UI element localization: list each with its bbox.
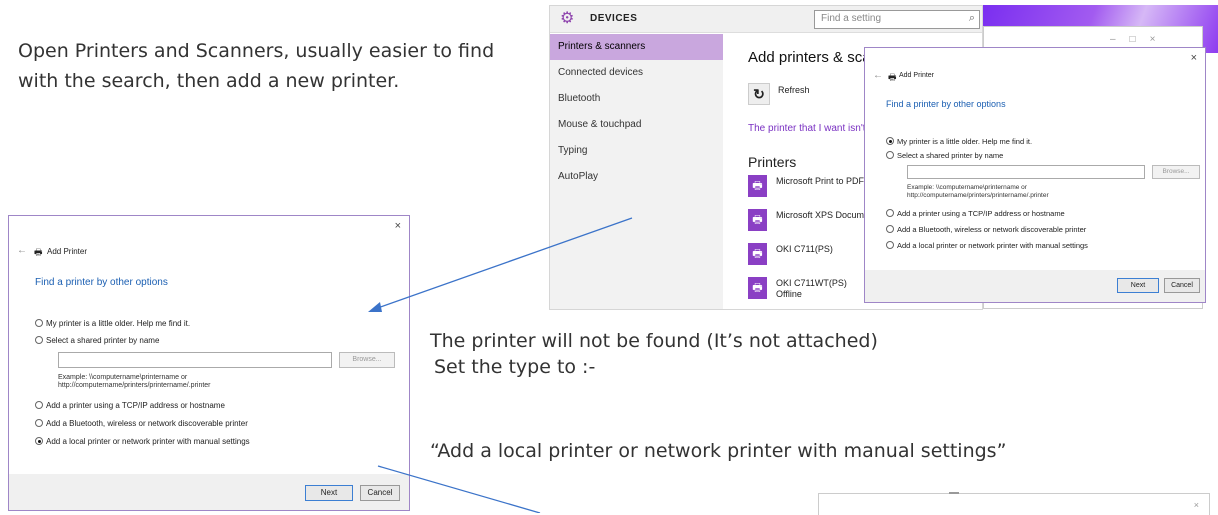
arrow-line-to-next <box>377 465 541 513</box>
arrow-line-to-dialog <box>371 217 633 311</box>
arrow-head <box>368 302 382 312</box>
annotation-arrows <box>368 217 633 513</box>
